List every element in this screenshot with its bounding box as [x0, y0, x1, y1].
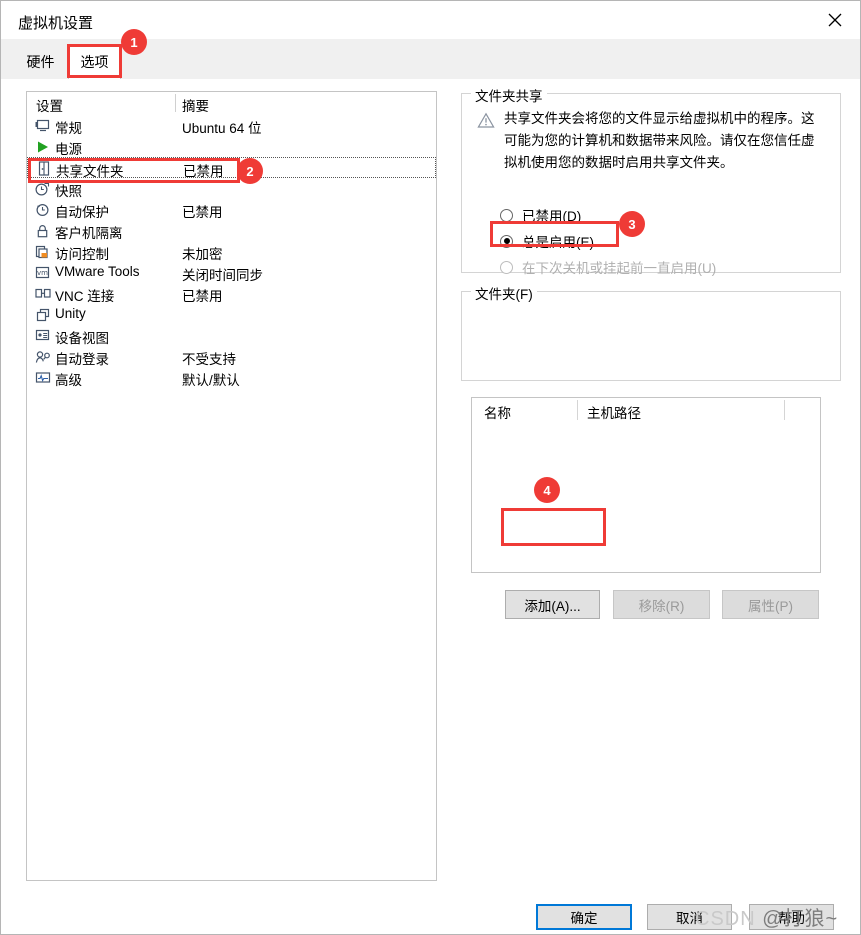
folders-group: 文件夹(F) — [461, 283, 841, 381]
auto-login-icon — [34, 348, 51, 365]
access-control-icon — [34, 243, 51, 260]
advanced-icon — [34, 369, 51, 386]
settings-row-auto-login[interactable]: 自动登录 不受支持 — [27, 346, 436, 367]
settings-row-access-control[interactable]: 访问控制 未加密 — [27, 241, 436, 262]
dialog-body: 设置 摘要 常规 Ubuntu 64 位 电源 共享文件夹 已禁用 快照 自动保… — [1, 79, 860, 934]
settings-row-label: 共享文件夹 — [56, 164, 124, 179]
column-header-setting: 设置 — [36, 99, 63, 114]
settings-row-snapshot[interactable]: 快照 — [27, 178, 436, 199]
radio-indicator — [500, 208, 513, 222]
settings-row-advanced[interactable]: 高级 默认/默认 — [27, 367, 436, 388]
radio-indicator-disabled — [500, 260, 513, 274]
radio-label: 总是启用(E) — [522, 235, 594, 250]
settings-row-label: 高级 — [55, 373, 82, 388]
folders-column-divider-1 — [577, 400, 578, 420]
settings-row-summary: Ubuntu 64 位 — [182, 121, 262, 136]
settings-row-summary: 已禁用 — [183, 164, 224, 179]
settings-row-autoprotect[interactable]: 自动保护 已禁用 — [27, 199, 436, 220]
radio-label: 在下次关机或挂起前一直启用(U) — [522, 261, 717, 276]
folders-legend: 文件夹(F) — [471, 283, 537, 303]
settings-row-summary: 已禁用 — [182, 289, 223, 304]
help-button[interactable]: 帮助 — [749, 904, 834, 930]
close-icon — [827, 12, 843, 28]
tab-strip: 硬件 选项 — [1, 39, 860, 79]
remove-folder-button: 移除(R) — [613, 590, 710, 619]
settings-row-summary: 关闭时间同步 — [182, 268, 263, 283]
shared-folder-icon — [35, 160, 52, 177]
settings-row-summary: 未加密 — [182, 247, 223, 262]
folder-sharing-warning-text: 共享文件夹会将您的文件显示给虚拟机中的程序。这可能为您的计算机和数据带来风险。请… — [504, 111, 815, 170]
cancel-button[interactable]: 取消 — [647, 904, 732, 930]
add-folder-button[interactable]: 添加(A)... — [505, 590, 600, 619]
folders-table[interactable]: 名称 主机路径 — [471, 397, 821, 573]
folders-column-name: 名称 — [484, 406, 511, 421]
settings-row-label: 自动登录 — [55, 352, 109, 367]
close-button[interactable] — [810, 1, 860, 39]
folders-column-host-path: 主机路径 — [587, 406, 641, 421]
folder-properties-button: 属性(P) — [722, 590, 819, 619]
settings-row-shared-folders[interactable]: 共享文件夹 已禁用 — [27, 157, 436, 179]
settings-row-label: 自动保护 — [55, 205, 109, 220]
lock-icon — [34, 222, 51, 239]
radio-enabled-until-shutdown: 在下次关机或挂起前一直启用(U) — [500, 256, 716, 278]
power-play-icon — [34, 138, 51, 155]
settings-row-label: 访问控制 — [55, 247, 109, 262]
settings-row-power[interactable]: 电源 — [27, 136, 436, 157]
folder-sharing-legend: 文件夹共享 — [471, 85, 547, 105]
settings-row-guest-isolation[interactable]: 客户机隔离 — [27, 220, 436, 241]
folders-column-divider-2 — [784, 400, 785, 420]
radio-label: 已禁用(D) — [522, 209, 582, 224]
autoprotect-icon — [34, 201, 51, 218]
unity-icon — [34, 306, 51, 323]
settings-list-header: 设置 摘要 — [27, 92, 436, 114]
settings-row-label: Unity — [55, 306, 86, 321]
settings-row-summary: 不受支持 — [182, 352, 236, 367]
radio-indicator-selected — [500, 234, 513, 248]
monitor-icon — [34, 117, 51, 134]
settings-row-device-view[interactable]: 设备视图 — [27, 325, 436, 346]
settings-row-label: 电源 — [55, 142, 82, 157]
settings-row-label: VNC 连接 — [55, 289, 115, 304]
page-title: 虚拟机设置 — [18, 15, 94, 32]
vmware-tools-icon: vm — [34, 264, 51, 281]
radio-disabled[interactable]: 已禁用(D) — [500, 204, 581, 226]
tab-hardware[interactable]: 硬件 — [13, 44, 68, 79]
settings-row-label: VMware Tools — [55, 264, 140, 279]
settings-row-unity[interactable]: Unity — [27, 304, 436, 325]
column-header-summary: 摘要 — [182, 99, 209, 114]
folder-sharing-group: 文件夹共享 共享文件夹会将您的文件显示给虚拟机中的程序。这可能为您的计算机和数据… — [461, 85, 841, 276]
warning-triangle-icon — [477, 112, 495, 129]
settings-row-general[interactable]: 常规 Ubuntu 64 位 — [27, 115, 436, 136]
settings-row-label: 设备视图 — [55, 331, 109, 346]
vnc-icon — [34, 285, 51, 302]
settings-row-summary: 已禁用 — [182, 205, 223, 220]
settings-list[interactable]: 设置 摘要 常规 Ubuntu 64 位 电源 共享文件夹 已禁用 快照 自动保… — [26, 91, 437, 881]
column-divider — [175, 94, 176, 112]
settings-row-vmware-tools[interactable]: vm VMware Tools 关闭时间同步 — [27, 262, 436, 283]
tab-options[interactable]: 选项 — [68, 44, 121, 79]
snapshot-clock-icon — [34, 180, 51, 197]
title-bar: 虚拟机设置 — [1, 1, 860, 39]
settings-row-label: 客户机隔离 — [55, 226, 123, 241]
vm-settings-dialog: 虚拟机设置 硬件 选项 设置 摘要 常规 Ubuntu 64 位 电源 共享文件… — [0, 0, 861, 935]
radio-always-enabled[interactable]: 总是启用(E) — [500, 230, 594, 252]
svg-text:vm: vm — [37, 269, 48, 277]
folders-table-header: 名称 主机路径 — [472, 398, 820, 424]
ok-button[interactable]: 确定 — [536, 904, 632, 930]
settings-row-summary: 默认/默认 — [182, 373, 240, 388]
settings-row-label: 常规 — [55, 121, 82, 136]
settings-row-vnc[interactable]: VNC 连接 已禁用 — [27, 283, 436, 304]
device-view-icon — [34, 327, 51, 344]
settings-row-label: 快照 — [55, 184, 82, 199]
